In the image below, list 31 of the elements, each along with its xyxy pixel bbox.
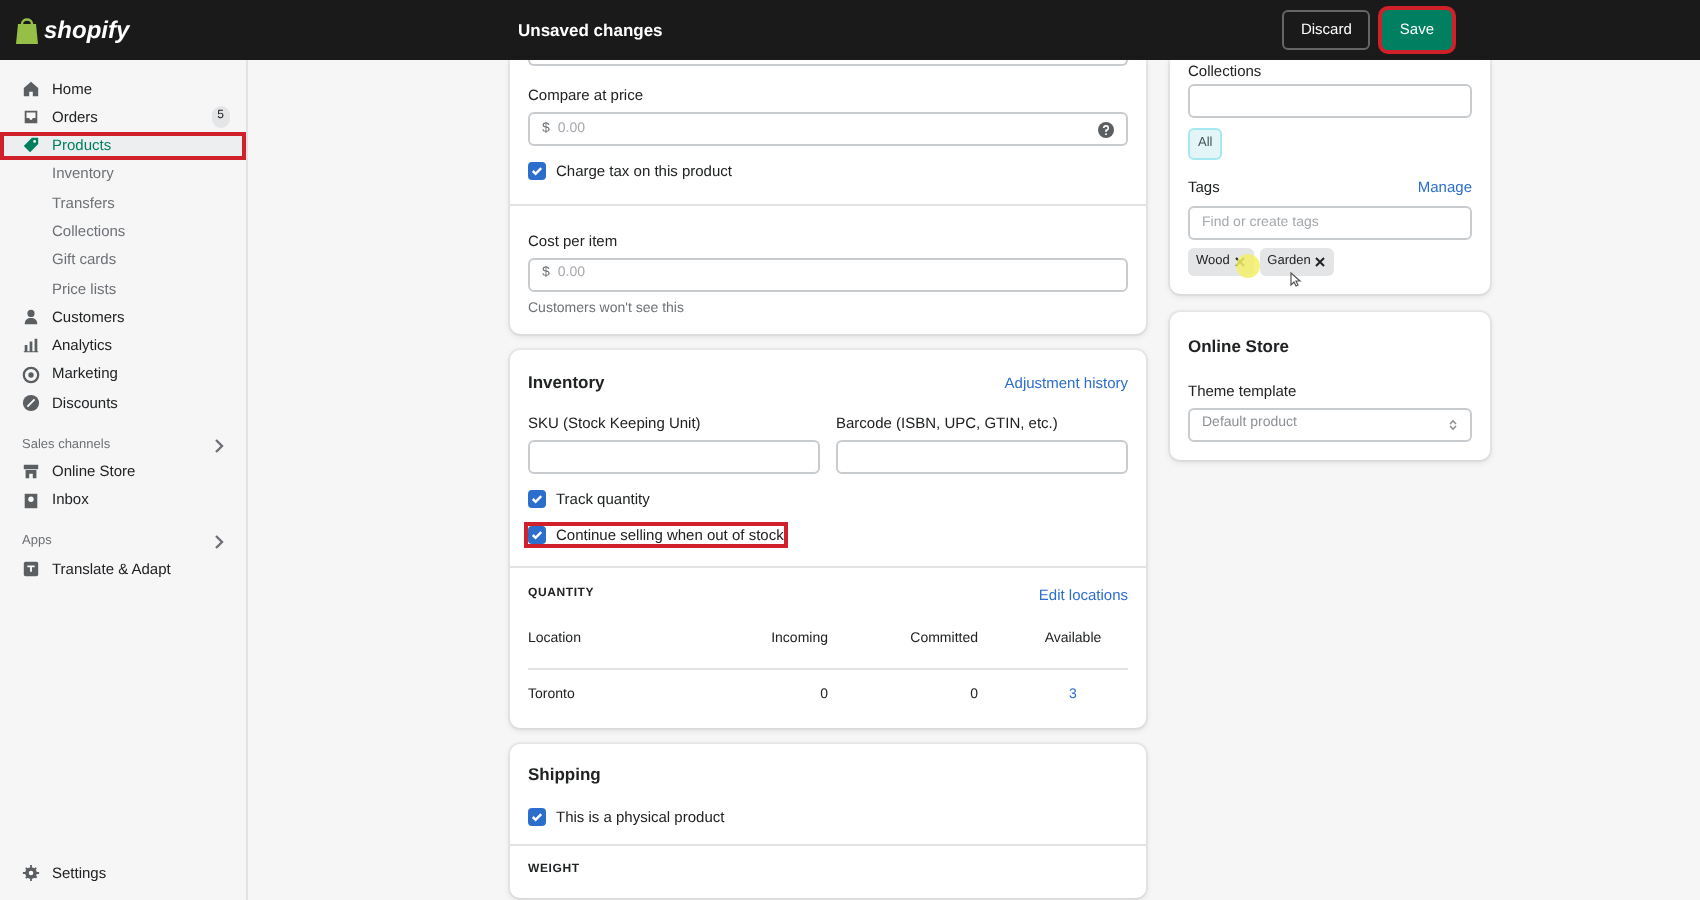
price-field[interactable] (528, 60, 1128, 66)
page-title: Unsaved changes (518, 17, 663, 43)
help-icon[interactable] (1098, 121, 1114, 138)
checkbox[interactable] (528, 490, 546, 509)
storefront-icon (22, 462, 40, 481)
card-title: Online Store (1188, 334, 1292, 360)
logo-text: shopify (44, 14, 130, 48)
checkbox[interactable] (528, 525, 546, 544)
pointer-icon (1290, 272, 1302, 288)
tag-icon (22, 136, 40, 155)
person-icon (22, 308, 40, 327)
text-input[interactable] (528, 440, 820, 475)
select-arrows-icon[interactable] (1448, 418, 1458, 432)
translate-icon (22, 559, 40, 578)
percent-icon (22, 393, 40, 412)
checkbox[interactable] (528, 162, 546, 181)
checkbox[interactable] (528, 807, 546, 826)
chevron-icon[interactable] (214, 437, 226, 454)
gear-icon (22, 864, 40, 883)
tray-icon (22, 107, 40, 126)
inbox-icon (22, 491, 40, 509)
collections-input[interactable] (1188, 84, 1472, 119)
chevron-icon[interactable] (214, 534, 226, 551)
text-input[interactable] (836, 440, 1128, 475)
target-icon (22, 365, 40, 384)
card-title: Inventory (528, 370, 605, 396)
card-title: Shipping (528, 762, 603, 788)
shopping-bag-icon (16, 17, 38, 43)
home-icon (22, 79, 40, 98)
bar-chart-icon (22, 336, 40, 355)
close-icon[interactable] (1314, 255, 1327, 268)
